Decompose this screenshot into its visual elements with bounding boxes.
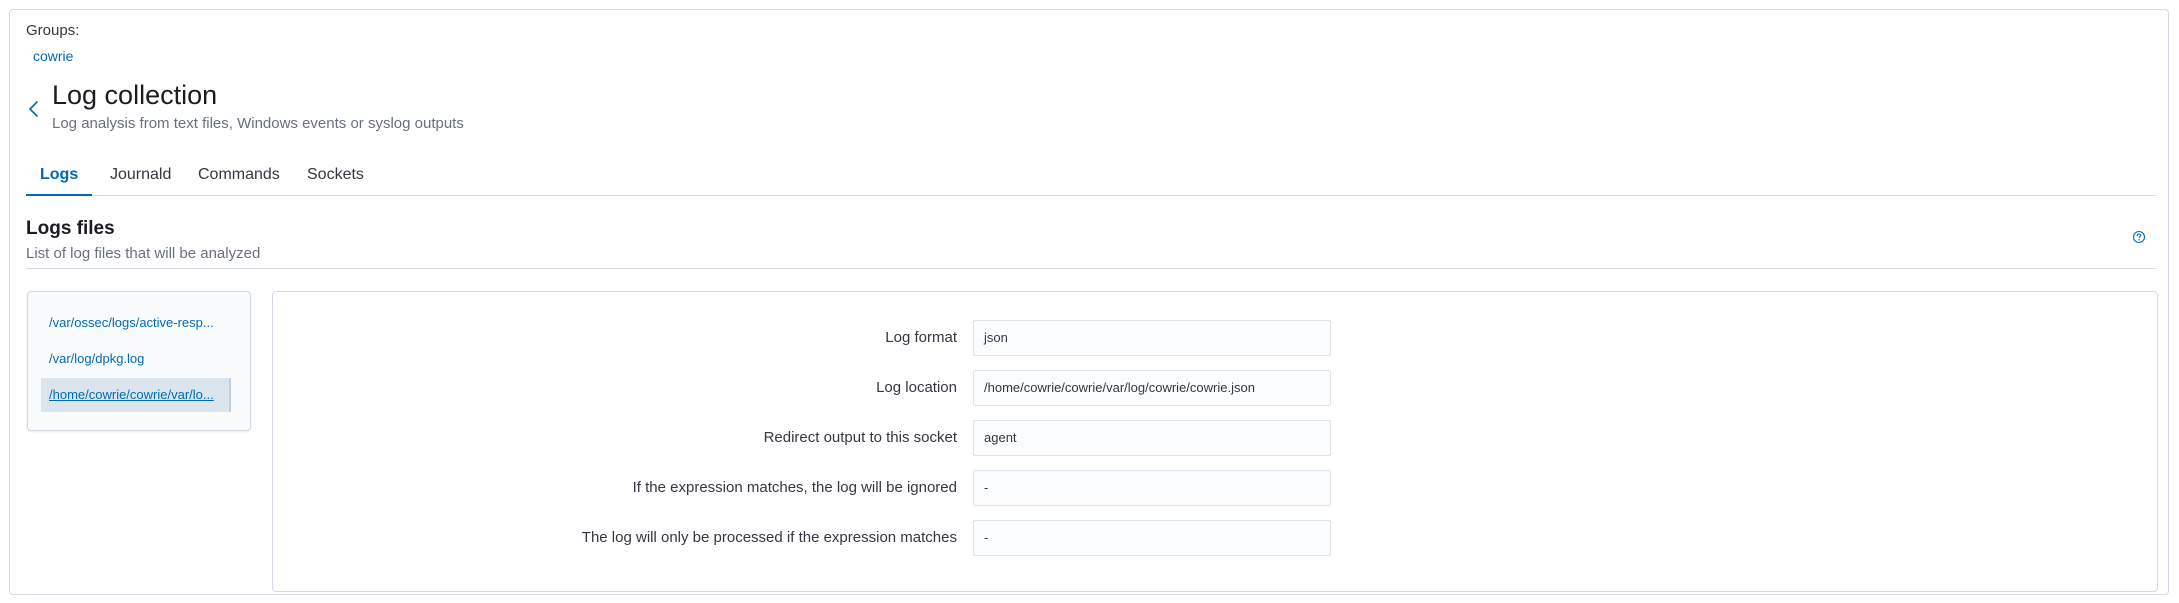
- field-label: Redirect output to this socket: [763, 429, 957, 446]
- field-row-log-format: Log format json: [273, 320, 2157, 356]
- back-button[interactable]: [24, 97, 44, 121]
- section-divider: [26, 268, 2156, 269]
- log-details-panel: Log format json Log location /home/cowri…: [272, 291, 2158, 592]
- tab-logs[interactable]: Logs: [26, 160, 93, 196]
- tab-journald[interactable]: Journald: [96, 160, 185, 196]
- field-label: The log will only be processed if the ex…: [581, 529, 957, 546]
- chevron-left-icon: [29, 101, 38, 117]
- tab-commands[interactable]: Commands: [184, 160, 294, 196]
- restrict-expression-value: -: [973, 520, 1331, 556]
- log-format-value: json: [973, 320, 1331, 356]
- field-label: Log format: [885, 329, 957, 346]
- field-row-redirect-socket: Redirect output to this socket agent: [273, 420, 2157, 456]
- groups-label: Groups:: [26, 22, 80, 39]
- file-item-dpkg[interactable]: /var/log/dpkg.log: [41, 342, 231, 376]
- log-file-list: /var/ossec/logs/active-resp... /var/log/…: [27, 291, 251, 431]
- page-subtitle: Log analysis from text files, Windows ev…: [52, 115, 464, 132]
- group-link-cowrie[interactable]: cowrie: [33, 48, 73, 64]
- section-title: Logs files: [26, 218, 115, 239]
- section-subtitle: List of log files that will be analyzed: [26, 245, 261, 262]
- agent-config-panel: Groups: cowrie Log collection Log analys…: [9, 9, 2169, 595]
- log-location-value: /home/cowrie/cowrie/var/log/cowrie/cowri…: [973, 370, 1331, 406]
- field-label: If the expression matches, the log will …: [632, 479, 957, 496]
- tab-sockets[interactable]: Sockets: [293, 160, 378, 196]
- page-title: Log collection: [52, 80, 218, 110]
- field-row-restrict-expression: The log will only be processed if the ex…: [273, 520, 2157, 556]
- question-circle-icon[interactable]: [2132, 230, 2146, 244]
- field-row-ignore-expression: If the expression matches, the log will …: [273, 470, 2157, 506]
- tab-bar: Logs Journald Commands Sockets: [26, 160, 2156, 196]
- field-label: Log location: [876, 379, 957, 396]
- file-item-cowrie[interactable]: /home/cowrie/cowrie/var/lo...: [41, 378, 231, 412]
- redirect-socket-value: agent: [973, 420, 1331, 456]
- field-row-log-location: Log location /home/cowrie/cowrie/var/log…: [273, 370, 2157, 406]
- file-item-active-responses[interactable]: /var/ossec/logs/active-resp...: [41, 306, 231, 340]
- ignore-expression-value: -: [973, 470, 1331, 506]
